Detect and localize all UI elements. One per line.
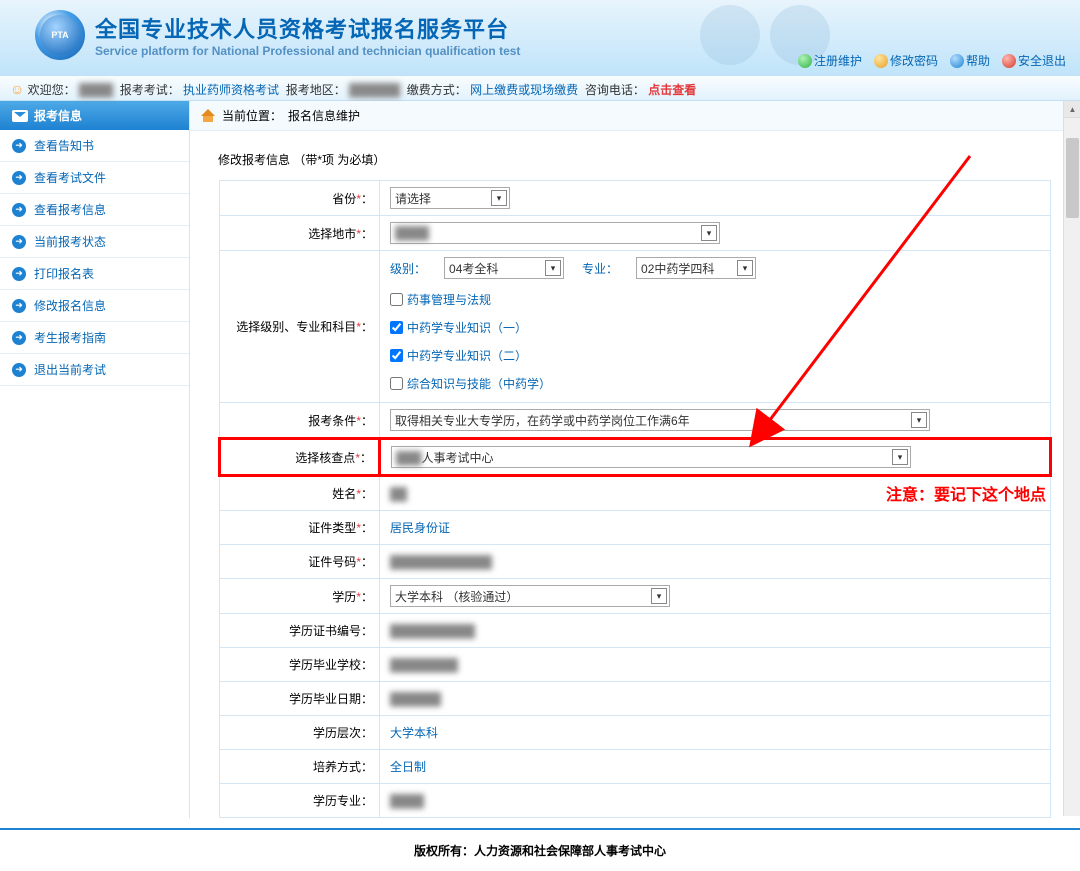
region-value: ██████ bbox=[349, 83, 400, 97]
welcome-name: ████ bbox=[79, 83, 113, 97]
breadcrumb: 当前位置： 报名信息维护 bbox=[190, 101, 1080, 131]
exit-icon bbox=[1002, 54, 1016, 68]
link-safe-exit[interactable]: 安全退出 bbox=[998, 52, 1070, 69]
sidebar-item-guide[interactable]: ➜考生报考指南 bbox=[0, 322, 189, 354]
mail-icon bbox=[12, 110, 28, 122]
arrow-icon: ➜ bbox=[12, 331, 26, 345]
welcome-label: 欢迎您： bbox=[28, 83, 76, 97]
arrow-icon: ➜ bbox=[12, 363, 26, 377]
tel-value[interactable]: 点击查看 bbox=[648, 83, 696, 97]
graddate-value: ██████ bbox=[390, 692, 441, 706]
sidebar: 报考信息 ➜查看告知书 ➜查看考试文件 ➜查看报考信息 ➜当前报考状态 ➜打印报… bbox=[0, 101, 190, 818]
lock-icon bbox=[874, 54, 888, 68]
school-value: ████████ bbox=[390, 658, 458, 672]
link-register-maintain[interactable]: 注册维护 bbox=[794, 52, 866, 69]
arrow-icon: ➜ bbox=[12, 203, 26, 217]
pay-value: 网上缴费或现场缴费 bbox=[470, 83, 578, 97]
arrow-icon: ➜ bbox=[12, 171, 26, 185]
logo-wrap: PTA 全国专业技术人员资格考试报名服务平台 Service platform … bbox=[35, 10, 520, 60]
chevron-down-icon: ▾ bbox=[892, 449, 908, 465]
major-label: 专业： bbox=[582, 260, 618, 277]
province-select[interactable]: 请选择▾ bbox=[390, 187, 510, 209]
annotation-text: 注意：要记下这个地点 bbox=[886, 481, 1046, 505]
scroll-up-icon[interactable]: ▲ bbox=[1064, 101, 1080, 118]
sidebar-item-print[interactable]: ➜打印报名表 bbox=[0, 258, 189, 290]
chevron-down-icon: ▾ bbox=[737, 260, 753, 276]
subject-checkbox-1[interactable]: 药事管理与法规 bbox=[390, 291, 1040, 308]
sidebar-item-notice[interactable]: ➜查看告知书 bbox=[0, 130, 189, 162]
chevron-down-icon: ▾ bbox=[911, 412, 927, 428]
subject-checkbox-4[interactable]: 综合知识与技能（中药学） bbox=[390, 375, 1040, 392]
edu-select[interactable]: 大学本科 （核验通过）▾ bbox=[390, 585, 670, 607]
breadcrumb-value: 报名信息维护 bbox=[288, 107, 360, 124]
help-icon bbox=[950, 54, 964, 68]
info-bar: ☺ 欢迎您： ████ 报考考试： 执业药师资格考试 报考地区： ██████ … bbox=[0, 75, 1080, 101]
smile-icon: ☺ bbox=[10, 81, 24, 97]
top-links: 注册维护 修改密码 帮助 安全退出 bbox=[794, 52, 1070, 69]
chevron-down-icon: ▾ bbox=[545, 260, 561, 276]
subject-checkbox-2[interactable]: 中药学专业知识（一） bbox=[390, 319, 1040, 336]
checkpoint-select[interactable]: ███人事考试中心▾ bbox=[391, 446, 911, 468]
link-change-password[interactable]: 修改密码 bbox=[870, 52, 942, 69]
name-value: ██ bbox=[390, 487, 407, 501]
link-help[interactable]: 帮助 bbox=[946, 52, 994, 69]
certno-value: ██████████ bbox=[390, 624, 475, 638]
main-content: ▲ 当前位置： 报名信息维护 修改报考信息 （带*项 为必填） 省份*： 请选择… bbox=[190, 101, 1080, 818]
idno-value: ████████████ bbox=[390, 555, 492, 569]
home-icon bbox=[202, 109, 216, 123]
city-select[interactable]: ████▾ bbox=[390, 222, 720, 244]
arrow-icon: ➜ bbox=[12, 139, 26, 153]
major-value: ████ bbox=[390, 794, 424, 808]
app-title-en: Service platform for National Profession… bbox=[95, 44, 520, 58]
arrow-icon: ➜ bbox=[12, 235, 26, 249]
subject-checkbox-3[interactable]: 中药学专业知识（二） bbox=[390, 347, 1040, 364]
tel-label: 咨询电话： bbox=[585, 83, 645, 97]
exam-value: 执业药师资格考试 bbox=[183, 83, 279, 97]
breadcrumb-label: 当前位置： bbox=[222, 107, 282, 124]
app-title-cn: 全国专业技术人员资格考试报名服务平台 bbox=[95, 12, 520, 44]
major-select[interactable]: 02中药学四科▾ bbox=[636, 257, 756, 279]
level-select[interactable]: 04考全科▾ bbox=[444, 257, 564, 279]
chevron-down-icon: ▾ bbox=[491, 190, 507, 206]
chevron-down-icon: ▾ bbox=[701, 225, 717, 241]
pay-label: 缴费方式： bbox=[407, 83, 467, 97]
arrow-icon: ➜ bbox=[12, 299, 26, 313]
header-banner: PTA 全国专业技术人员资格考试报名服务平台 Service platform … bbox=[0, 0, 1080, 75]
globe-icon bbox=[798, 54, 812, 68]
arrow-icon: ➜ bbox=[12, 267, 26, 281]
level-value: 大学本科 bbox=[390, 726, 438, 740]
level-label: 级别： bbox=[390, 260, 426, 277]
region-label: 报考地区： bbox=[286, 83, 346, 97]
footer: 版权所有：人力资源和社会保障部人事考试中心 bbox=[0, 828, 1080, 871]
exam-label: 报考考试： bbox=[120, 83, 180, 97]
mode-value: 全日制 bbox=[390, 760, 426, 774]
chevron-down-icon: ▾ bbox=[651, 588, 667, 604]
idtype-value: 居民身份证 bbox=[390, 521, 450, 535]
sidebar-item-quit[interactable]: ➜退出当前考试 bbox=[0, 354, 189, 386]
checkpoint-row-highlight: 选择核查点*： ███人事考试中心▾ bbox=[220, 439, 1051, 476]
sidebar-header: 报考信息 bbox=[0, 101, 189, 130]
sidebar-item-examfile[interactable]: ➜查看考试文件 bbox=[0, 162, 189, 194]
sidebar-item-status[interactable]: ➜当前报考状态 bbox=[0, 226, 189, 258]
logo-icon: PTA bbox=[35, 10, 85, 60]
form-title: 修改报考信息 （带*项 为必填） bbox=[218, 151, 1052, 168]
sidebar-item-modify[interactable]: ➜修改报名信息 bbox=[0, 290, 189, 322]
condition-select[interactable]: 取得相关专业大专学历，在药学或中药学岗位工作满6年▾ bbox=[390, 409, 930, 431]
sidebar-item-reginfo[interactable]: ➜查看报考信息 bbox=[0, 194, 189, 226]
